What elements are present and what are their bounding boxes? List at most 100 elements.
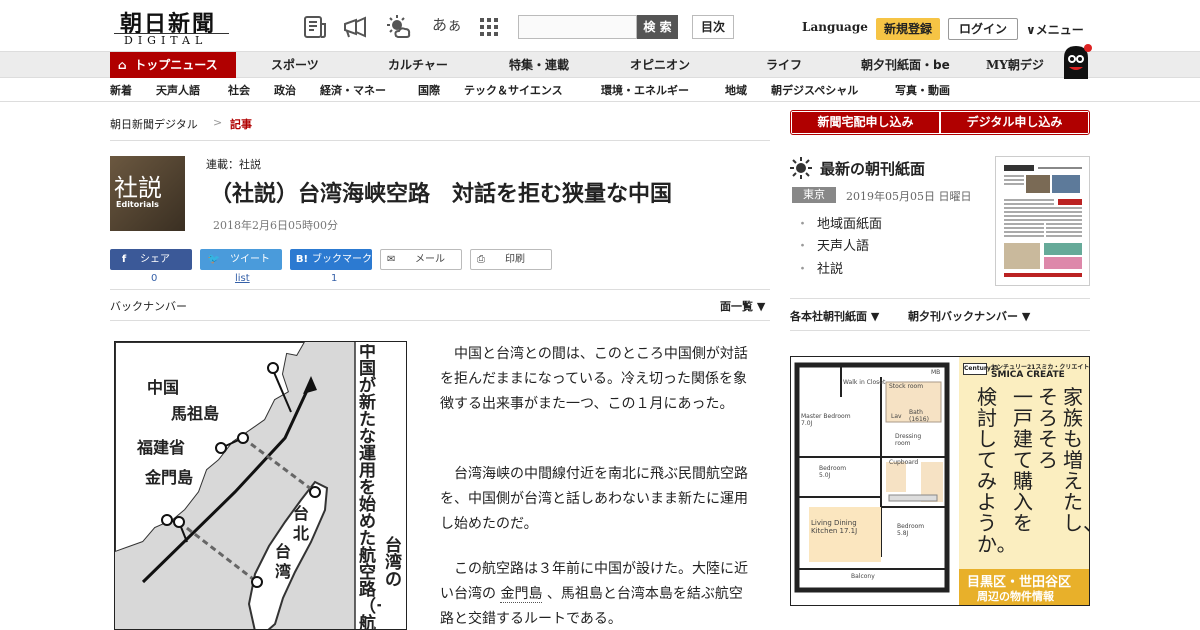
room-label: Bedroom 5.8J xyxy=(897,523,925,537)
print-icon: ⎙ xyxy=(477,254,485,265)
nav-sports[interactable]: スポーツ xyxy=(271,52,319,78)
twitter-share-button[interactable]: 🐦 ツイート xyxy=(200,249,282,270)
newspaper-icon[interactable] xyxy=(302,14,328,40)
kinmen-keyword-link[interactable]: 金門島 xyxy=(500,586,543,603)
mascot-icon[interactable] xyxy=(1058,42,1094,82)
ad-copy-col2: そろそろ xyxy=(1038,385,1058,472)
main-nav: ⌂ トップニュース スポーツ カルチャー 特集・連載 オピニオン ライフ 朝夕刊… xyxy=(0,44,1200,82)
century21-logo: Century21 xyxy=(963,363,999,375)
mail-button[interactable]: ✉ メール xyxy=(380,249,462,270)
map-caption: 中国が新たな運用を始めた航空路（ー） 航空路（‥） xyxy=(359,344,381,630)
twitter-icon: 🐦 xyxy=(207,254,221,265)
ad-copy-panel: Century21 センチュリー21スミカ・クリエイト SMICA CREATE… xyxy=(959,357,1089,605)
floor-plan-image xyxy=(791,357,959,605)
newspaper-thumbnail[interactable] xyxy=(995,156,1090,286)
subnav-photo[interactable]: 写真・動画 xyxy=(895,79,950,102)
article-date: 2018年2月6日05時00分 xyxy=(213,219,338,232)
back-number-link[interactable]: バックナンバー xyxy=(110,298,187,314)
subnav-politics[interactable]: 政治 xyxy=(274,79,296,102)
breadcrumb-separator: > xyxy=(213,116,223,129)
facebook-count: 0 xyxy=(151,273,158,284)
divider xyxy=(790,298,1090,299)
sidebar-link-label: 社説 xyxy=(817,262,844,277)
divider xyxy=(110,289,770,290)
room-label: Bedroom 5.0J xyxy=(819,465,847,479)
nav-top-news[interactable]: ⌂ トップニュース xyxy=(110,52,236,78)
map-label-taiwan: 台湾 xyxy=(275,542,292,581)
latest-paper-title: 最新の朝刊紙面 xyxy=(820,160,926,178)
search-input[interactable] xyxy=(518,15,637,39)
subnav-tech[interactable]: テック＆サイエンス xyxy=(464,79,563,102)
paper-date: 2019年05月05日 日曜日 xyxy=(846,190,972,203)
subnav-region[interactable]: 地域 xyxy=(725,79,747,102)
print-label: 印刷 xyxy=(505,254,525,265)
real-estate-ad[interactable]: Walk in Closet Stock room MB Master Bedr… xyxy=(790,356,1090,606)
register-button[interactable]: 新規登録 xyxy=(876,18,940,40)
room-label: Cupboard xyxy=(889,459,919,466)
subnav-environment[interactable]: 環境・エネルギー xyxy=(601,79,689,102)
megaphone-icon[interactable] xyxy=(342,14,368,40)
subnav-world[interactable]: 国際 xyxy=(418,79,440,102)
ad-info: 周辺の物件情報 xyxy=(977,590,1054,603)
subnav-economy[interactable]: 経済・マネー xyxy=(320,79,386,102)
ad-copy-col4: 検討してみようか。 xyxy=(977,385,1017,556)
print-button[interactable]: ⎙ 印刷 xyxy=(470,249,552,270)
subnav-special[interactable]: 朝デジスペシャル xyxy=(771,79,858,102)
digital-subscribe-button[interactable]: デジタル申し込み xyxy=(941,112,1088,133)
contents-button[interactable]: 目次 xyxy=(692,15,734,39)
login-button[interactable]: ログイン xyxy=(948,18,1018,40)
hatena-bookmark-button[interactable]: B! ブックマーク xyxy=(290,249,372,270)
nav-life[interactable]: ライフ xyxy=(766,52,802,78)
twitter-count[interactable]: list xyxy=(235,273,250,284)
article-paragraph: 中国と台湾との間は、このところ中国側が対話を拒んだままになっている。冷え切った関… xyxy=(440,346,748,412)
room-label: Stock room xyxy=(889,383,924,390)
search-button[interactable]: 検 索 xyxy=(637,15,678,39)
weather-icon[interactable] xyxy=(386,14,412,40)
subnav-latest[interactable]: 新着 xyxy=(110,79,132,102)
nav-features[interactable]: 特集・連載 xyxy=(509,52,569,78)
subnav-society[interactable]: 社会 xyxy=(228,79,250,102)
badge-en: Editorials xyxy=(116,200,159,209)
menu-button[interactable]: ∨メニュー xyxy=(1026,21,1084,38)
nav-my-asadigi[interactable]: MY朝デジ xyxy=(986,52,1044,78)
nav-opinion[interactable]: オピニオン xyxy=(630,52,690,78)
regional-papers-dropdown[interactable]: 各本社朝刊紙面 ▼ xyxy=(790,308,879,324)
grid-menu-icon[interactable] xyxy=(476,14,502,40)
ad-copy-col1: 家族も増えたし、 xyxy=(1063,385,1089,535)
sidebar-link-label: 地域面紙面 xyxy=(817,217,883,232)
divider xyxy=(110,320,770,321)
back-numbers-dropdown[interactable]: 朝夕刊バックナンバー ▼ xyxy=(908,308,1030,324)
site-header: 朝日新聞 DIGITAL あぁ 検 索 目次 Language 新規登録 ログイ… xyxy=(0,0,1200,52)
facebook-share-label: シェア xyxy=(140,254,170,265)
map-label-kinmen: 金門島 xyxy=(145,468,194,487)
sidebar-link-tensei[interactable]: ・天声人語 xyxy=(796,235,869,254)
region-badge: 東京 xyxy=(792,187,836,203)
series-label[interactable]: 連載：社説 xyxy=(206,156,261,172)
sun-icon xyxy=(790,157,812,179)
logo-digital[interactable]: DIGITAL xyxy=(124,34,207,47)
font-size-icon[interactable]: あぁ xyxy=(432,14,462,35)
map-caption-right: 台湾の xyxy=(385,536,402,590)
sidebar-link-region[interactable]: ・地域面紙面 xyxy=(796,213,882,232)
facebook-share-button[interactable]: f シェア xyxy=(110,249,192,270)
article-headline: （社説）台湾海峡空路 対話を拒む狭量な中国 xyxy=(210,181,673,207)
subnav-tensei[interactable]: 天声人語 xyxy=(156,79,200,102)
sidebar-link-editorial[interactable]: ・社説 xyxy=(796,258,843,277)
nav-culture[interactable]: カルチャー xyxy=(388,52,448,78)
newspaper-delivery-button[interactable]: 新聞宅配申し込み xyxy=(792,112,939,133)
facebook-icon: f xyxy=(121,254,127,265)
hatena-icon: B! xyxy=(295,254,309,265)
bullet: ・ xyxy=(796,217,810,232)
hatena-bookmark-label: ブックマーク xyxy=(312,254,372,265)
twitter-share-label: ツイート xyxy=(230,254,270,265)
newspaper-page-image xyxy=(1000,161,1085,281)
mail-label: メール xyxy=(415,254,445,265)
breadcrumb-home[interactable]: 朝日新聞デジタル xyxy=(110,116,198,132)
ad-copy-col3: 一戸建て購入を xyxy=(1013,385,1033,535)
language-link[interactable]: Language xyxy=(802,20,868,34)
nav-paper[interactable]: 朝夕刊紙面・be xyxy=(861,52,950,78)
room-label: Dressing room xyxy=(895,433,922,447)
room-label: Master Bedroom 7.0J xyxy=(801,413,851,427)
article-paragraph: この航空路は３年前に中国が設けた。大陸に近い台湾の 金門島 、馬祖島と台湾本島を… xyxy=(440,557,748,630)
page-list-dropdown[interactable]: 面一覧 ▼ xyxy=(720,298,765,314)
